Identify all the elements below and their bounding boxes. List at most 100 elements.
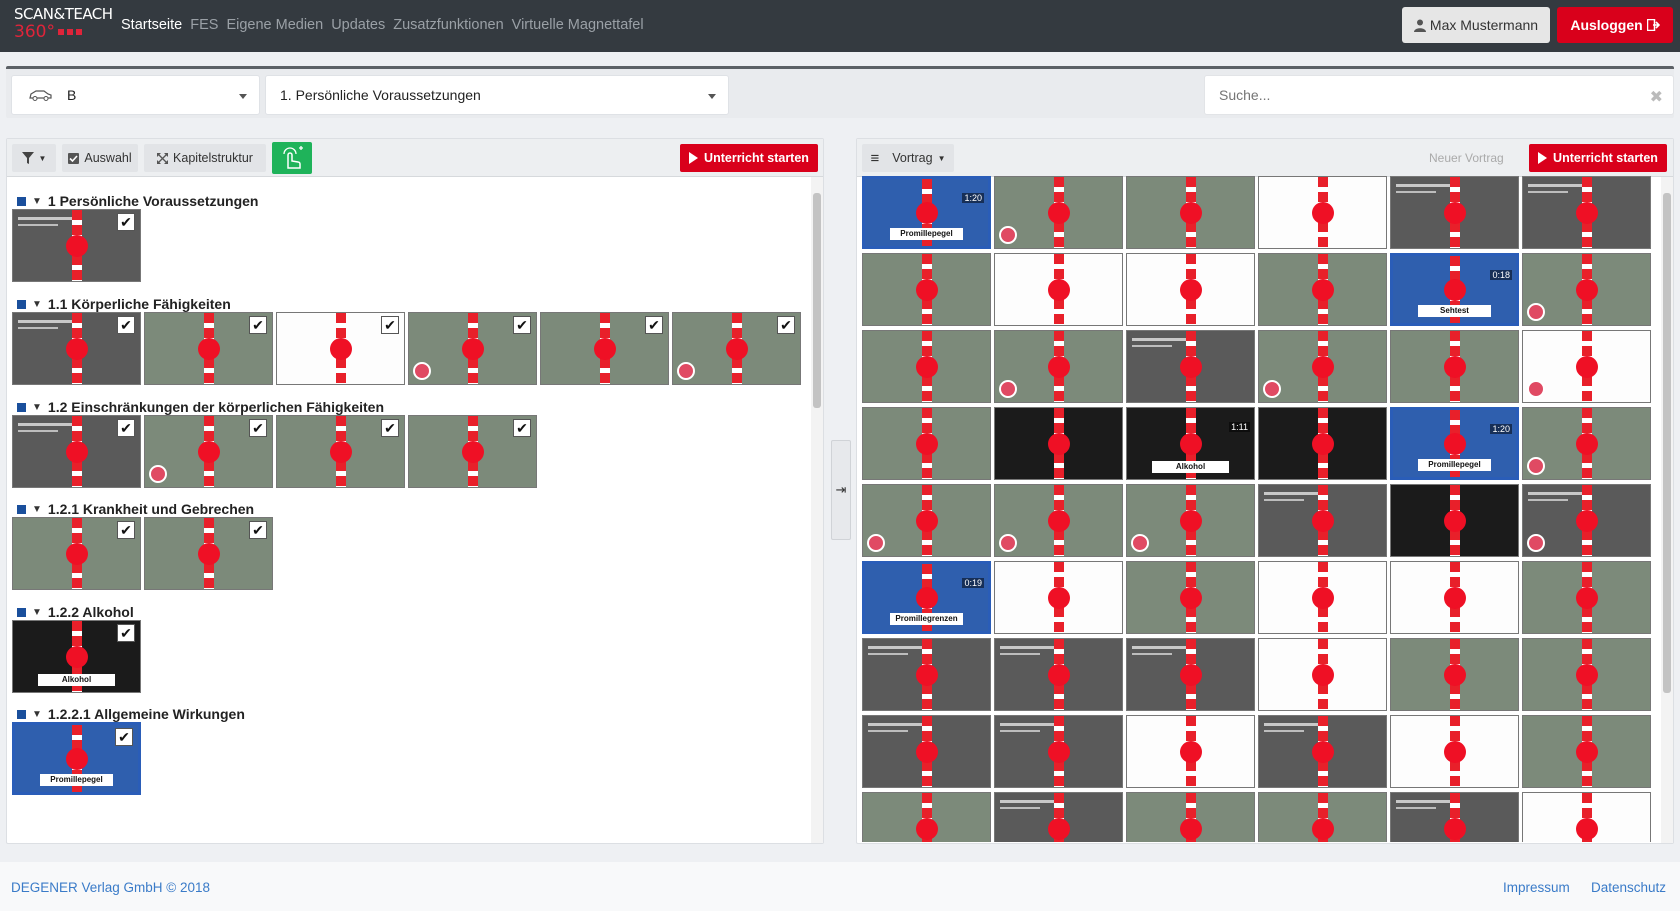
media-thumbnail[interactable] xyxy=(862,484,991,557)
user-button[interactable]: Max Mustermann xyxy=(1402,7,1550,43)
media-thumbnail[interactable] xyxy=(994,792,1123,842)
media-thumbnail[interactable] xyxy=(994,638,1123,711)
media-thumbnail[interactable] xyxy=(1522,561,1651,634)
media-thumbnail[interactable] xyxy=(1258,407,1387,480)
media-thumbnail[interactable]: ✔ xyxy=(144,517,273,590)
imprint-link[interactable]: Impressum xyxy=(1503,880,1570,895)
media-thumbnail[interactable] xyxy=(994,561,1123,634)
scan-teach-logo[interactable]: SCAN&TEACH 360° xyxy=(14,5,114,43)
media-thumbnail[interactable]: ✔ xyxy=(408,415,537,488)
checkbox-checked-icon[interactable]: ✔ xyxy=(381,419,399,437)
media-thumbnail[interactable] xyxy=(1258,792,1387,842)
lecture-menu-button[interactable]: ≡ Vortrag ▼ xyxy=(862,144,954,172)
media-thumbnail[interactable] xyxy=(1126,176,1255,249)
media-thumbnail[interactable]: ✔ xyxy=(12,517,141,590)
chapter-heading[interactable]: ▼ 1.2 Einschränkungen der körperlichen Fä… xyxy=(17,399,384,415)
chapter-structure-button[interactable]: Kapitelstruktur xyxy=(144,144,266,172)
media-thumbnail[interactable] xyxy=(1522,330,1651,403)
media-thumbnail[interactable]: ✔ xyxy=(408,312,537,385)
checkbox-checked-icon[interactable]: ✔ xyxy=(117,316,135,334)
media-thumbnail[interactable] xyxy=(1258,561,1387,634)
media-thumbnail[interactable] xyxy=(1126,253,1255,326)
selection-button[interactable]: Auswahl xyxy=(62,144,138,172)
media-thumbnail[interactable] xyxy=(1390,176,1519,249)
media-thumbnail[interactable] xyxy=(1126,330,1255,403)
media-thumbnail[interactable]: Promillepegel 1:20 xyxy=(862,176,991,249)
media-thumbnail[interactable] xyxy=(994,330,1123,403)
media-thumbnail[interactable]: Alkohol ✔ xyxy=(12,620,141,693)
media-thumbnail[interactable] xyxy=(1522,253,1651,326)
media-thumbnail[interactable] xyxy=(1522,484,1651,557)
media-thumbnail[interactable] xyxy=(1258,330,1387,403)
media-thumbnail[interactable]: Promillegrenzen 0:19 xyxy=(862,561,991,634)
media-thumbnail[interactable]: ✔ xyxy=(12,415,141,488)
media-thumbnail[interactable]: Alkohol 1:11 xyxy=(1126,407,1255,480)
lecture-scrollbar[interactable] xyxy=(1661,177,1673,843)
new-lecture-link[interactable]: Neuer Vortrag xyxy=(1429,151,1504,165)
media-thumbnail[interactable]: ✔ xyxy=(672,312,801,385)
scrollbar-thumb[interactable] xyxy=(1663,193,1671,693)
media-thumbnail[interactable]: ✔ xyxy=(144,415,273,488)
media-thumbnail[interactable]: ✔ xyxy=(540,312,669,385)
touch-mode-button[interactable] xyxy=(272,142,312,174)
media-thumbnail[interactable] xyxy=(862,330,991,403)
media-thumbnail[interactable]: ✔ xyxy=(144,312,273,385)
media-thumbnail[interactable] xyxy=(1522,715,1651,788)
nav-fes[interactable]: FES xyxy=(190,17,218,33)
checkbox-checked-icon[interactable]: ✔ xyxy=(117,624,135,642)
media-thumbnail[interactable]: Promillepegel 1:20 xyxy=(1390,407,1519,480)
chapter-heading[interactable]: ▼ 1.1 Körperliche Fähigkeiten xyxy=(17,296,231,312)
media-thumbnail[interactable] xyxy=(1258,176,1387,249)
scrollbar-thumb[interactable] xyxy=(813,193,821,408)
media-thumbnail[interactable] xyxy=(862,792,991,842)
media-thumbnail[interactable]: ✔ xyxy=(276,312,405,385)
license-class-select[interactable]: B xyxy=(11,75,260,115)
checkbox-checked-icon[interactable]: ✔ xyxy=(249,521,267,539)
chapter-heading[interactable]: ▼ 1 Persönliche Voraussetzungen xyxy=(17,193,259,209)
checkbox-checked-icon[interactable]: ✔ xyxy=(117,213,135,231)
media-thumbnail[interactable] xyxy=(1126,792,1255,842)
media-thumbnail[interactable]: ✔ xyxy=(12,209,141,282)
checkbox-checked-icon[interactable]: ✔ xyxy=(249,419,267,437)
chapter-select[interactable]: 1. Persönliche Voraussetzungen xyxy=(265,75,729,115)
media-thumbnail[interactable] xyxy=(862,407,991,480)
media-thumbnail[interactable] xyxy=(1126,715,1255,788)
media-thumbnail[interactable] xyxy=(1390,792,1519,842)
media-thumbnail[interactable] xyxy=(1258,253,1387,326)
media-thumbnail[interactable] xyxy=(1390,484,1519,557)
media-thumbnail[interactable] xyxy=(994,253,1123,326)
nav-eigene-medien[interactable]: Eigene Medien xyxy=(226,17,323,33)
chapter-heading[interactable]: ▼ 1.2.1 Krankheit und Gebrechen xyxy=(17,501,254,517)
chapter-heading[interactable]: ▼ 1.2.2 Alkohol xyxy=(17,604,134,620)
media-thumbnail[interactable] xyxy=(1522,638,1651,711)
media-thumbnail[interactable] xyxy=(1522,407,1651,480)
media-thumbnail[interactable] xyxy=(862,253,991,326)
media-thumbnail[interactable]: Promillepegel ✔ xyxy=(12,722,141,795)
clear-icon[interactable]: ✖ xyxy=(1650,87,1663,107)
nav-startseite[interactable]: Startseite xyxy=(121,17,182,33)
media-thumbnail[interactable] xyxy=(994,176,1123,249)
chapter-scrollbar[interactable] xyxy=(811,177,823,843)
media-thumbnail[interactable] xyxy=(994,715,1123,788)
start-lesson-button-left[interactable]: Unterricht starten xyxy=(680,144,818,172)
media-thumbnail[interactable] xyxy=(1258,484,1387,557)
nav-virtuelle-magnettafel[interactable]: Virtuelle Magnettafel xyxy=(512,17,644,33)
start-lesson-button-right[interactable]: Unterricht starten xyxy=(1529,144,1667,172)
checkbox-checked-icon[interactable]: ✔ xyxy=(117,419,135,437)
media-thumbnail[interactable] xyxy=(994,484,1123,557)
media-thumbnail[interactable]: ✔ xyxy=(276,415,405,488)
checkbox-checked-icon[interactable]: ✔ xyxy=(381,316,399,334)
media-thumbnail[interactable] xyxy=(862,715,991,788)
media-thumbnail[interactable] xyxy=(1522,792,1651,842)
media-thumbnail[interactable] xyxy=(1258,715,1387,788)
media-thumbnail[interactable] xyxy=(862,638,991,711)
checkbox-checked-icon[interactable]: ✔ xyxy=(115,728,133,746)
chapter-heading[interactable]: ▼ 1.2.2.1 Allgemeine Wirkungen xyxy=(17,706,245,722)
nav-updates[interactable]: Updates xyxy=(331,17,385,33)
checkbox-checked-icon[interactable]: ✔ xyxy=(645,316,663,334)
checkbox-checked-icon[interactable]: ✔ xyxy=(513,316,531,334)
media-thumbnail[interactable]: Sehtest 0:18 xyxy=(1390,253,1519,326)
filter-button[interactable]: ▼ xyxy=(12,144,56,172)
media-thumbnail[interactable] xyxy=(1390,561,1519,634)
move-to-lecture-button[interactable]: ⇥ xyxy=(831,440,851,540)
